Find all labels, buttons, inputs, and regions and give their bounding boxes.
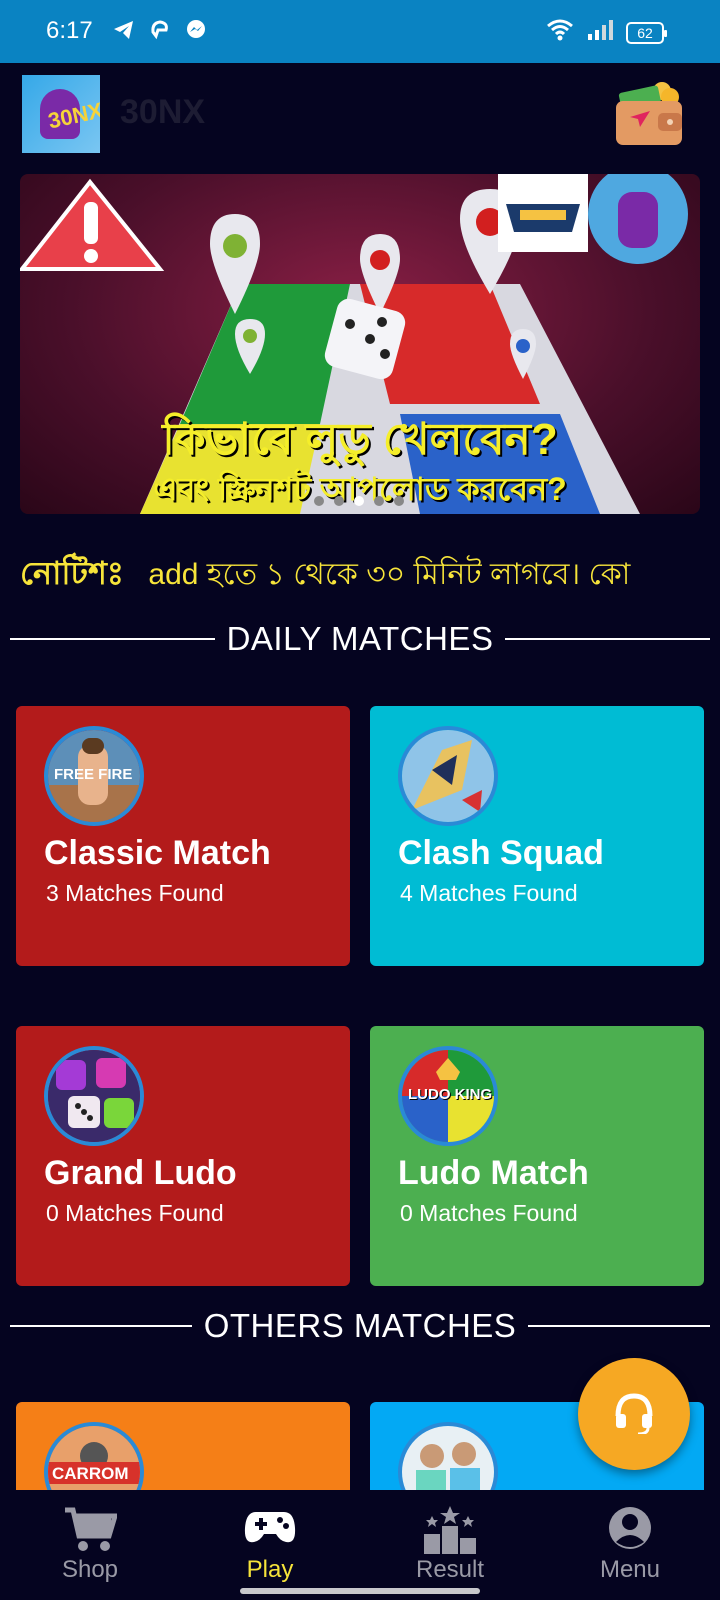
- notice-label: নোটিশঃ: [20, 555, 124, 591]
- status-time: 6:17: [46, 17, 93, 44]
- card-subtitle: 0 Matches Found: [400, 1200, 578, 1226]
- clash-squad-thumbnail: [398, 726, 498, 826]
- match-card-classic[interactable]: FREE FIRE Classic Match 3 Matches Found: [16, 706, 350, 966]
- thumb-text: LUDO KING: [408, 1086, 493, 1103]
- thumb-text: FREE FIRE: [54, 766, 133, 783]
- pagination-dot[interactable]: [394, 496, 404, 506]
- banner-subheadline: এবং স্ক্রিনশট আপলোড করবেন?: [153, 471, 567, 507]
- others-matches-heading: OTHERS MATCHES: [10, 1306, 711, 1346]
- signal-icon: [586, 18, 614, 47]
- ludo-king-thumbnail: LUDO KING: [398, 1046, 498, 1146]
- card-title: Clash Squad: [398, 834, 604, 872]
- match-card-ludo[interactable]: LUDO KING Ludo Match 0 Matches Found: [370, 1026, 704, 1286]
- match-card-clash-squad[interactable]: Clash Squad 4 Matches Found: [370, 706, 704, 966]
- dice-thumbnail: [44, 1046, 144, 1146]
- nav-label: Shop: [61, 1556, 119, 1583]
- home-indicator[interactable]: [240, 1588, 480, 1594]
- app-name: 30NX: [120, 93, 206, 131]
- promo-banner[interactable]: কিভাবে লুডু খেলবেন? এবং স্ক্রিনশট আপলোড …: [20, 174, 700, 514]
- nav-label: Menu: [599, 1556, 661, 1583]
- nav-menu[interactable]: Menu: [540, 1490, 720, 1600]
- match-card-grand-ludo[interactable]: Grand Ludo 0 Matches Found: [16, 1026, 350, 1286]
- card-title: Classic Match: [44, 834, 271, 872]
- nav-label: Play: [246, 1556, 294, 1583]
- wifi-icon: [546, 18, 574, 47]
- thumb-text: CARROM: [52, 1464, 129, 1483]
- card-subtitle: 3 Matches Found: [46, 880, 224, 906]
- podium-icon: [424, 1506, 476, 1559]
- app-logo[interactable]: 30NX: [22, 75, 100, 153]
- notice-text: add হতে ১ থেকে ৩০ মিনিট লাগবে। কো: [148, 558, 631, 591]
- pagination-dot[interactable]: [314, 496, 324, 506]
- section-title: OTHERS MATCHES: [203, 1307, 517, 1344]
- battery-icon: 62: [626, 21, 667, 44]
- nav-shop[interactable]: Shop: [0, 1490, 180, 1600]
- telegram-icon: [112, 18, 136, 47]
- daily-matches-heading: DAILY MATCHES: [10, 619, 711, 659]
- cart-icon: [63, 1506, 119, 1557]
- players-thumbnail: [398, 1422, 498, 1490]
- pagination-dot[interactable]: [334, 496, 344, 506]
- app-header: 30NX 30NX: [0, 63, 720, 163]
- card-subtitle: 0 Matches Found: [46, 1200, 224, 1226]
- status-bar: 6:17 62: [0, 0, 720, 63]
- nav-result[interactable]: Result: [360, 1490, 540, 1600]
- pagination-dot[interactable]: [374, 496, 384, 506]
- nav-label: Result: [415, 1556, 485, 1583]
- gamepad-icon: [244, 1506, 296, 1551]
- section-title: DAILY MATCHES: [226, 620, 494, 657]
- account-icon: [608, 1506, 652, 1555]
- free-fire-thumbnail: FREE FIRE: [44, 726, 144, 826]
- headset-icon: [612, 1390, 656, 1439]
- messenger-icon: [184, 18, 208, 47]
- card-title: Grand Ludo: [44, 1154, 237, 1192]
- notice-marquee: নোটিশঃ add হতে ১ থেকে ৩০ মিনিট লাগবে। কো: [20, 548, 684, 592]
- bottom-nav: Shop Play Result Menu: [0, 1490, 720, 1600]
- support-fab[interactable]: [578, 1358, 690, 1470]
- card-title: Ludo Match: [398, 1154, 589, 1192]
- pagination-dot-active[interactable]: [354, 496, 364, 506]
- banner-pagination[interactable]: [314, 496, 404, 506]
- carrom-thumbnail: CARROM: [44, 1422, 144, 1490]
- match-card-carrom[interactable]: CARROM: [16, 1402, 350, 1490]
- wallet-icon[interactable]: [614, 81, 686, 147]
- nav-play[interactable]: Play: [180, 1490, 360, 1600]
- card-subtitle: 4 Matches Found: [400, 880, 578, 906]
- messenger-lite-icon: [148, 18, 172, 47]
